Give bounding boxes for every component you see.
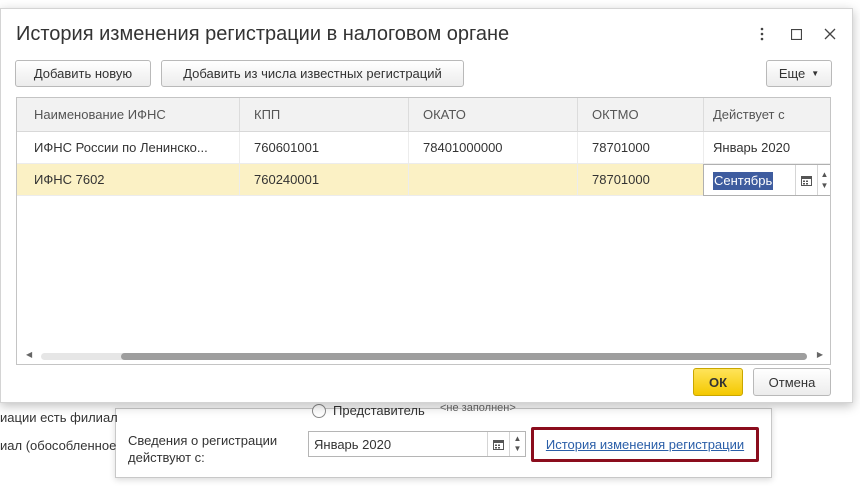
horizontal-scrollbar[interactable]: ◀ ▶ — [17, 348, 830, 364]
window-controls — [754, 25, 838, 43]
cell-ifns-name: ИФНС 7602 — [34, 172, 105, 187]
representative-radio[interactable] — [312, 404, 326, 418]
more-button-label: Еще — [778, 66, 806, 81]
more-vertical-icon[interactable] — [754, 25, 770, 43]
spin-down-icon[interactable]: ▼ — [514, 444, 522, 454]
valid-from-edit-value[interactable]: Сентябрь — [713, 172, 774, 190]
add-new-button[interactable]: Добавить новую — [15, 60, 151, 87]
table-row[interactable]: ИФНС России по Ленинско... 760601001 784… — [17, 132, 830, 164]
cancel-button[interactable]: Отмена — [753, 368, 831, 396]
ok-button[interactable]: ОК — [693, 368, 743, 396]
scroll-left-icon[interactable]: ◀ — [26, 350, 32, 359]
calendar-icon[interactable] — [487, 432, 509, 456]
cell-kpp: 760240001 — [239, 164, 408, 195]
cell-okato — [408, 164, 577, 195]
dropdown-arrow-icon: ▼ — [811, 69, 820, 78]
dialog-toolbar: Добавить новую Добавить из числа известн… — [15, 60, 832, 88]
representative-radio-label: Представитель — [333, 403, 425, 418]
bg-left-text-1: иации есть филиал — [0, 410, 118, 425]
registration-history-link[interactable]: История изменения регистрации — [546, 437, 744, 452]
column-oktmo[interactable]: ОКТМО — [577, 98, 703, 131]
scroll-right-icon[interactable]: ▶ — [817, 350, 823, 359]
column-okato[interactable]: ОКАТО — [408, 98, 577, 131]
registration-valid-label: Сведения о регистрации действуют с: — [128, 432, 277, 466]
date-spinner[interactable]: ▲ ▼ — [509, 432, 525, 456]
registration-date-field[interactable]: Январь 2020 ▲ ▼ — [308, 431, 526, 457]
spin-down-icon[interactable]: ▼ — [821, 180, 829, 191]
column-valid-from[interactable]: Действует с — [703, 98, 830, 131]
table-header: Наименование ИФНС КПП ОКАТО ОКТМО Действ… — [17, 98, 830, 132]
history-link-highlight: История изменения регистрации — [531, 427, 759, 462]
dialog-title: История изменения регистрации в налогово… — [16, 23, 510, 45]
maximize-icon[interactable] — [788, 25, 804, 43]
add-known-registration-button[interactable]: Добавить из числа известных регистраций — [161, 60, 464, 87]
cell-oktmo: 78701000 — [577, 132, 703, 163]
cell-ifns-name: ИФНС России по Ленинско... — [34, 140, 208, 155]
more-button[interactable]: Еще ▼ — [766, 60, 832, 87]
cell-oktmo: 78701000 — [577, 164, 703, 195]
calendar-icon[interactable] — [795, 165, 817, 195]
column-kpp[interactable]: КПП — [239, 98, 408, 131]
not-filled-hint: <не заполнен> — [440, 402, 516, 414]
cell-valid-from: Январь 2020 — [703, 132, 830, 163]
valid-from-editor[interactable]: Сентябрь ▲ ▼ — [703, 164, 830, 196]
registration-valid-label-line-2: действуют с: — [128, 450, 205, 465]
registration-valid-label-line-1: Сведения о регистрации — [128, 433, 278, 448]
close-icon[interactable] — [822, 25, 838, 43]
spin-up-icon[interactable]: ▲ — [514, 434, 522, 444]
cell-kpp: 760601001 — [239, 132, 408, 163]
cell-okato: 78401000000 — [408, 132, 577, 163]
table-row-selected[interactable]: ИФНС 7602 760240001 78701000 Сентябрь ▲ … — [17, 164, 830, 196]
registration-table: Наименование ИФНС КПП ОКАТО ОКТМО Действ… — [16, 97, 831, 365]
column-ifns-name[interactable]: Наименование ИФНС — [17, 98, 239, 131]
bg-left-text-2: иал (обособленное — [0, 438, 117, 453]
spin-up-icon[interactable]: ▲ — [821, 169, 829, 180]
scrollbar-thumb[interactable] — [121, 353, 807, 360]
registration-date-value: Январь 2020 — [314, 436, 392, 452]
valid-from-spinner[interactable]: ▲ ▼ — [817, 165, 830, 195]
registration-history-dialog: История изменения регистрации в налогово… — [0, 8, 853, 403]
